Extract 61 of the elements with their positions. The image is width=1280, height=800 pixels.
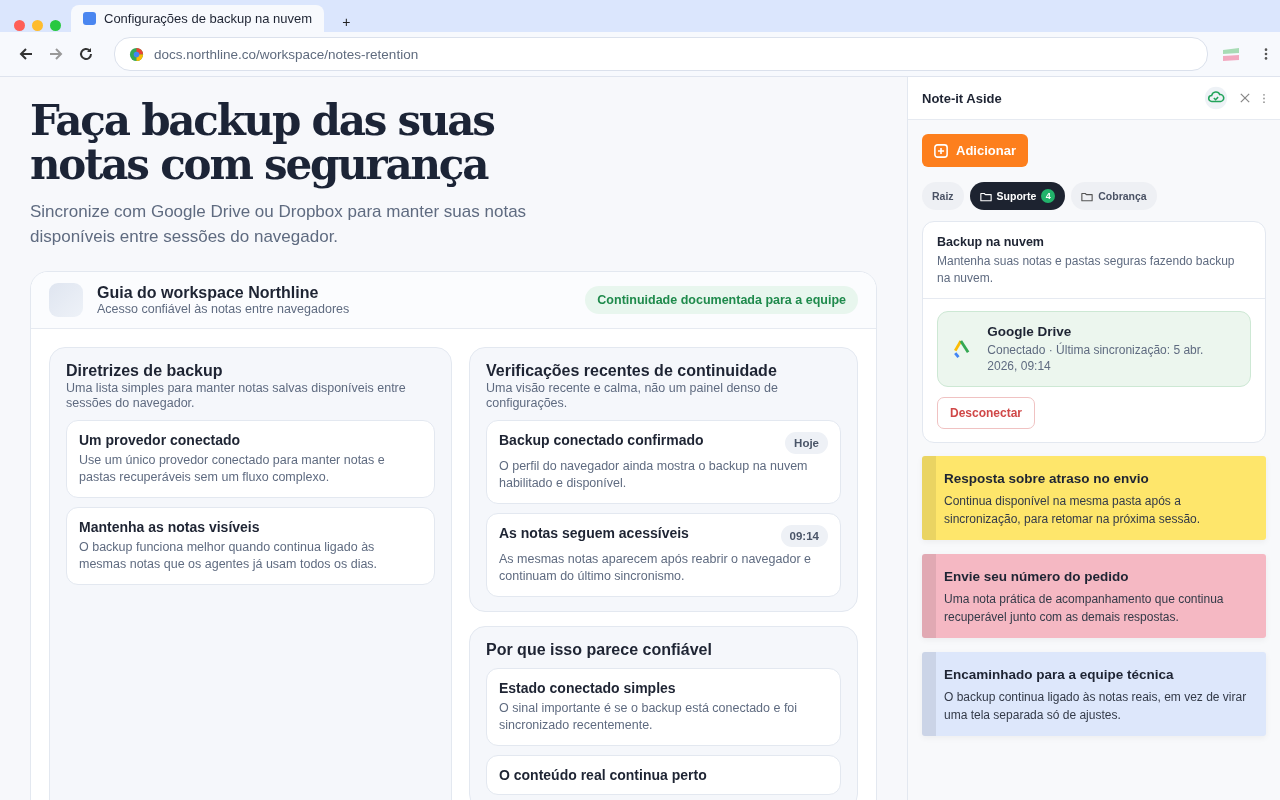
address-bar[interactable]: docs.northline.co/workspace/notes-retention	[114, 37, 1208, 71]
close-icon[interactable]	[1240, 93, 1250, 103]
reload-icon[interactable]	[78, 46, 94, 62]
site-logo-icon	[129, 46, 144, 62]
guide-subtitle: Acesso confiável às notas entre navegadores	[97, 302, 351, 316]
section-title: Por que isso parece confiável	[486, 641, 713, 659]
minimize-window-button[interactable]	[32, 19, 43, 31]
card-text: O backup funciona melhor quando continua ligado às mesmas notas que os agentes já usam todos os dias.	[79, 539, 379, 573]
note-title: Encaminhado para a equipe técnica	[944, 667, 1175, 682]
sidebar-title: Note-it Aside	[922, 90, 1003, 106]
maximize-window-button[interactable]	[50, 19, 61, 31]
section-description: Uma visão recente e calma, não um painel denso de configurações.	[486, 381, 779, 411]
card-text: As mesmas notas aparecem após reabrir o navegador e continuam do último sincronismo.	[499, 551, 812, 585]
folder-chip[interactable]: Cobrança	[1071, 182, 1157, 210]
card-text: Use um único provedor conectado para manter notas e pastas recuperáveis sem um fluxo complexo.	[79, 452, 386, 486]
note-title: Resposta sobre atraso no envio	[944, 471, 1150, 486]
page-title: Faça backup das suas notas com segurança	[30, 99, 495, 187]
backup-description: Mantenha suas notas e pastas seguras fazendo backup na nuvem.	[937, 253, 1236, 287]
card-title: Backup conectado confirmado	[499, 432, 704, 448]
forward-arrow-icon[interactable]	[48, 46, 64, 62]
section-title: Verificações recentes de continuidade	[486, 362, 778, 380]
section-description: Uma lista simples para manter notas salvas disponíveis entre sessões do navegador.	[66, 381, 407, 411]
note-card[interactable]: Encaminhado para a equipe técnica O backup continua ligado às notas reais, em vez de virar uma tela separada só de ajustes.	[922, 652, 1266, 736]
close-window-button[interactable]	[14, 19, 25, 31]
backup-title: Backup na nuvem	[937, 235, 1045, 249]
time-tag: 09:14	[780, 525, 828, 547]
more-options-icon[interactable]	[1264, 47, 1268, 61]
provider-name: Google Drive	[987, 324, 1073, 339]
note-text: Continua disponível na mesma pasta após a sincronização, para retomar na próxima sessão.	[944, 493, 1202, 528]
note-text: O backup continua ligado às notas reais, em vez de virar uma tela separada só de ajustes.	[944, 689, 1248, 724]
note-text: Uma nota prática de acompanhamento que continua recuperável junto com as demais respostas.	[944, 591, 1225, 626]
guide-title: Guia do workspace Northline	[97, 284, 320, 302]
folder-icon	[979, 190, 992, 202]
cloud-check-icon[interactable]	[1204, 86, 1228, 110]
page-subtitle: Sincronize com Google Drive ou Dropbox para manter suas notas disponíveis entre sessões do navegador.	[30, 201, 528, 248]
status-badge: Continuidade documentada para a equipe	[585, 286, 858, 314]
workspace-avatar-icon	[49, 283, 83, 317]
note-title: Envie seu número do pedido	[944, 569, 1130, 584]
section-title: Diretrizes de backup	[66, 362, 224, 380]
extension-icon[interactable]	[1222, 46, 1240, 62]
drive-logo-icon	[952, 337, 972, 361]
note-card[interactable]: Envie seu número do pedido Uma nota prática de acompanhamento que continua recuperável junto com as demais respostas.	[922, 554, 1266, 638]
browser-tab[interactable]: Configurações de backup na nuvem	[71, 5, 325, 32]
card-title: O conteúdo real continua perto	[499, 767, 707, 783]
time-tag: Hoje	[785, 432, 828, 454]
card-text: O perfil do navegador ainda mostra o backup na nuvem habilitado e disponível.	[499, 458, 809, 492]
card-title: Mantenha as notas visíveis	[79, 519, 260, 535]
folder-chip[interactable]: Raiz	[922, 182, 964, 210]
folder-icon	[1081, 190, 1094, 202]
sync-status: Conectado · Última sincronização: 5 abr. 2026, 09:14	[987, 342, 1205, 374]
card-title: Estado conectado simples	[499, 680, 676, 696]
back-arrow-icon[interactable]	[18, 46, 34, 62]
folder-chip[interactable]: Suporte 4	[969, 182, 1066, 210]
plus-icon	[934, 143, 948, 158]
card-title: As notas seguem acessíveis	[499, 525, 689, 541]
note-card[interactable]: Resposta sobre atraso no envio Continua disponível na mesma pasta após a sincronização, para retomar na próxima sessão.	[922, 456, 1266, 540]
card-text: O sinal importante é se o backup está conectado e foi sincronizado recentemente.	[499, 700, 799, 734]
disconnect-button[interactable]: Desconectar	[937, 397, 1036, 429]
page-favicon-icon	[83, 12, 96, 25]
card-title: Um provedor conectado	[79, 432, 241, 448]
new-tab-button[interactable]: +	[334, 14, 359, 32]
